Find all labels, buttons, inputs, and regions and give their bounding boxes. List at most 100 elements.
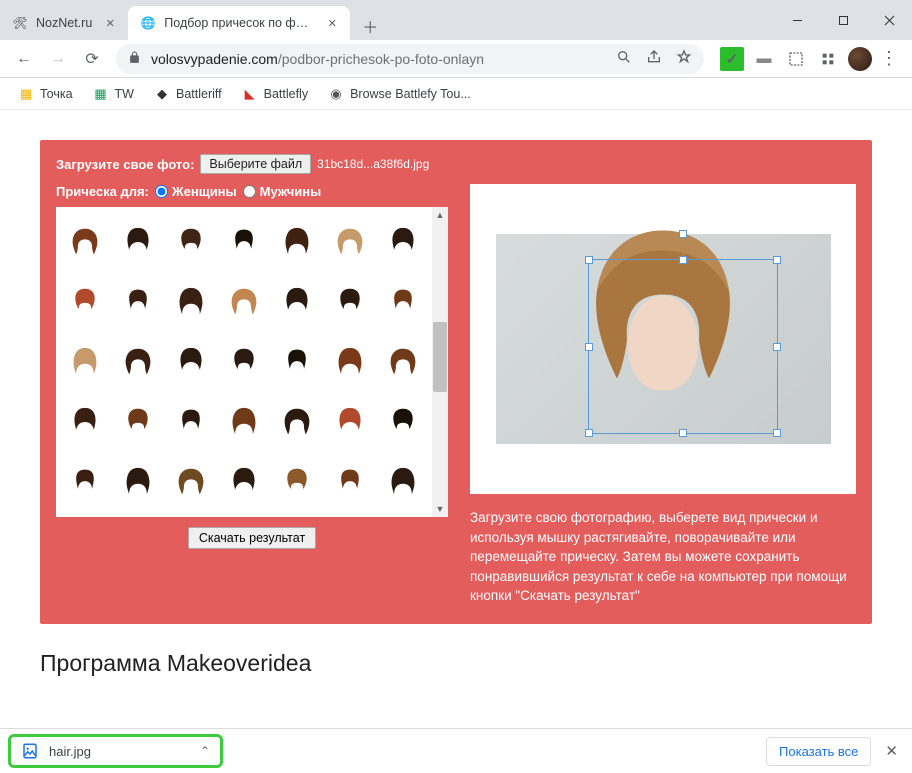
hair-thumb[interactable] bbox=[113, 333, 164, 391]
chevron-up-icon[interactable]: ⌃ bbox=[200, 744, 210, 758]
hair-thumb[interactable] bbox=[60, 333, 111, 391]
hair-thumb[interactable] bbox=[219, 393, 270, 451]
hair-thumb[interactable] bbox=[113, 213, 164, 271]
hair-thumb[interactable] bbox=[60, 453, 111, 511]
minimize-button[interactable] bbox=[774, 0, 820, 40]
ext-icon[interactable] bbox=[816, 47, 840, 71]
close-icon[interactable]: ✕ bbox=[324, 15, 340, 31]
hair-thumb[interactable] bbox=[113, 273, 164, 331]
share-icon[interactable] bbox=[646, 49, 662, 69]
upload-label: Загрузите свое фото: bbox=[56, 157, 194, 172]
resize-handle-ml[interactable] bbox=[585, 343, 593, 351]
ext-icon[interactable]: ▬ bbox=[752, 47, 776, 71]
search-icon[interactable] bbox=[616, 49, 632, 69]
bookmark-battleriff[interactable]: ◆Battleriff bbox=[146, 82, 230, 106]
hair-thumb[interactable] bbox=[60, 273, 111, 331]
resize-handle-tm[interactable] bbox=[679, 256, 687, 264]
hair-thumb[interactable] bbox=[166, 213, 217, 271]
resize-handle-tl[interactable] bbox=[585, 256, 593, 264]
hair-thumb[interactable] bbox=[324, 273, 375, 331]
address-bar[interactable]: volosvypadenie.com/podbor-prichesok-po-f… bbox=[116, 44, 704, 74]
selection-box[interactable] bbox=[588, 259, 778, 434]
bookmark-battlefy-tour[interactable]: ◉Browse Battlefy Tou... bbox=[320, 82, 479, 106]
chosen-filename: 31bc18d...a38f6d.jpg bbox=[317, 157, 429, 171]
hair-thumb[interactable] bbox=[166, 273, 217, 331]
hair-thumb[interactable] bbox=[324, 333, 375, 391]
download-item[interactable]: hair.jpg ⌃ bbox=[8, 734, 223, 768]
bookmark-tochka[interactable]: ▦Точка bbox=[10, 82, 81, 106]
reload-button[interactable]: ⟳ bbox=[76, 43, 108, 75]
new-tab-button[interactable]: ＋ bbox=[356, 12, 384, 40]
resize-handle-br[interactable] bbox=[773, 429, 781, 437]
hair-thumb[interactable] bbox=[113, 453, 164, 511]
hair-thumb[interactable] bbox=[377, 393, 428, 451]
hair-grid-container: ▲ ▼ bbox=[56, 207, 448, 517]
hair-thumb[interactable] bbox=[377, 453, 428, 511]
hair-thumb[interactable] bbox=[324, 453, 375, 511]
hair-thumb[interactable] bbox=[324, 393, 375, 451]
wrench-icon: 🛠 bbox=[12, 15, 28, 31]
hair-thumb[interactable] bbox=[166, 453, 217, 511]
hair-thumb[interactable] bbox=[166, 333, 217, 391]
user-photo[interactable] bbox=[496, 234, 831, 444]
ext-icon[interactable] bbox=[784, 47, 808, 71]
hair-thumb[interactable] bbox=[377, 333, 428, 391]
tab-title: NozNet.ru bbox=[36, 16, 92, 30]
scroll-down-icon[interactable]: ▼ bbox=[432, 501, 448, 517]
bookmarks-bar: ▦Точка ▦TW ◆Battleriff ◣Battlefly ◉Brows… bbox=[0, 78, 912, 110]
gender-male-radio[interactable] bbox=[243, 185, 256, 198]
hair-thumb[interactable] bbox=[219, 273, 270, 331]
resize-handle-bl[interactable] bbox=[585, 429, 593, 437]
hair-thumb[interactable] bbox=[219, 213, 270, 271]
rotate-handle[interactable] bbox=[679, 230, 687, 238]
tab-noznet[interactable]: 🛠 NozNet.ru ✕ bbox=[0, 6, 128, 40]
show-all-downloads-button[interactable]: Показать все bbox=[766, 737, 871, 766]
bookmark-tw[interactable]: ▦TW bbox=[85, 82, 142, 106]
back-button[interactable]: ← bbox=[8, 43, 40, 75]
hair-thumb[interactable] bbox=[271, 273, 322, 331]
hair-thumb[interactable] bbox=[60, 213, 111, 271]
download-shelf: hair.jpg ⌃ Показать все ✕ bbox=[0, 728, 912, 773]
tab-active[interactable]: 🌐 Подбор причесок по фото онла ✕ bbox=[128, 6, 350, 40]
checkmark-ext-icon[interactable]: ✓ bbox=[720, 47, 744, 71]
gender-male-label: Мужчины bbox=[260, 184, 322, 199]
section-heading: Программа Makeoveridea bbox=[40, 650, 872, 677]
page-content: Загрузите свое фото: Выберите файл 31bc1… bbox=[0, 110, 912, 728]
scrollbar[interactable]: ▲ ▼ bbox=[432, 207, 448, 517]
hair-thumb[interactable] bbox=[166, 393, 217, 451]
scroll-up-icon[interactable]: ▲ bbox=[432, 207, 448, 223]
hair-thumb[interactable] bbox=[271, 393, 322, 451]
close-icon[interactable]: ✕ bbox=[102, 15, 118, 31]
scrollbar-thumb[interactable] bbox=[433, 322, 447, 392]
hair-thumb[interactable] bbox=[113, 393, 164, 451]
chrome-menu-button[interactable]: ⋮ bbox=[874, 48, 904, 69]
hair-thumb[interactable] bbox=[219, 453, 270, 511]
hair-thumb[interactable] bbox=[271, 213, 322, 271]
upload-row: Загрузите свое фото: Выберите файл 31bc1… bbox=[56, 154, 448, 174]
extension-icons: ✓ ▬ bbox=[720, 47, 872, 71]
hair-thumb[interactable] bbox=[219, 333, 270, 391]
maximize-button[interactable] bbox=[820, 0, 866, 40]
browser-toolbar: ← → ⟳ volosvypadenie.com/podbor-pricheso… bbox=[0, 40, 912, 78]
hair-thumb[interactable] bbox=[271, 453, 322, 511]
forward-button[interactable]: → bbox=[42, 43, 74, 75]
download-result-button[interactable]: Скачать результат bbox=[188, 527, 316, 549]
globe-icon: 🌐 bbox=[140, 15, 156, 31]
url-text: volosvypadenie.com/podbor-prichesok-po-f… bbox=[151, 51, 606, 67]
star-icon[interactable] bbox=[676, 49, 692, 69]
hair-thumb[interactable] bbox=[377, 213, 428, 271]
close-shelf-button[interactable]: ✕ bbox=[885, 742, 898, 760]
hair-thumb[interactable] bbox=[271, 333, 322, 391]
resize-handle-tr[interactable] bbox=[773, 256, 781, 264]
hair-grid[interactable] bbox=[56, 207, 432, 517]
gender-female-radio[interactable] bbox=[155, 185, 168, 198]
resize-handle-bm[interactable] bbox=[679, 429, 687, 437]
close-window-button[interactable] bbox=[866, 0, 912, 40]
resize-handle-mr[interactable] bbox=[773, 343, 781, 351]
bookmark-battlefly[interactable]: ◣Battlefly bbox=[234, 82, 316, 106]
hair-thumb[interactable] bbox=[60, 393, 111, 451]
choose-file-button[interactable]: Выберите файл bbox=[200, 154, 311, 174]
hair-thumb[interactable] bbox=[377, 273, 428, 331]
hair-thumb[interactable] bbox=[324, 213, 375, 271]
profile-avatar[interactable] bbox=[848, 47, 872, 71]
